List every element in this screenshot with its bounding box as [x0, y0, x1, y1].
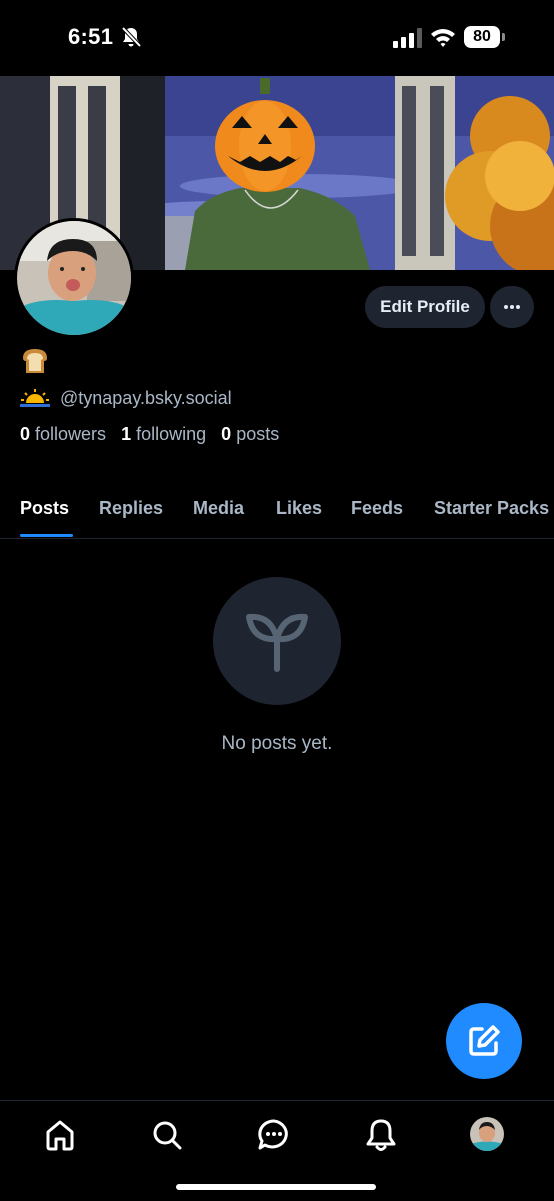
compose-icon — [469, 1025, 500, 1056]
empty-state-circle — [213, 577, 341, 705]
chat-icon[interactable] — [256, 1117, 292, 1153]
tab-replies[interactable]: Replies — [99, 498, 163, 519]
profile-avatar[interactable] — [14, 218, 134, 338]
edit-profile-button[interactable]: Edit Profile — [365, 286, 485, 328]
tab-likes[interactable]: Likes — [276, 498, 322, 519]
posts-count: 0 — [221, 424, 232, 444]
profile-avatar-tab[interactable] — [470, 1117, 504, 1151]
handle-row: @tynapay.bsky.social — [20, 386, 232, 410]
tab-feeds[interactable]: Feeds — [351, 498, 403, 519]
tab-posts[interactable]: Posts — [20, 498, 69, 519]
home-icon[interactable] — [42, 1117, 78, 1153]
empty-state-message: No posts yet. — [221, 733, 333, 754]
sunrise-emoji — [20, 389, 50, 407]
following-label: following — [136, 424, 207, 444]
tab-media[interactable]: Media — [193, 498, 244, 519]
bread-emoji — [23, 349, 47, 373]
home-indicator — [176, 1184, 376, 1190]
followers-label: followers — [35, 424, 107, 444]
battery-percent: 80 — [473, 28, 491, 45]
following-count: 1 — [121, 424, 132, 444]
seedling-icon — [246, 613, 308, 672]
followers-link[interactable]: 0 followers — [20, 424, 106, 444]
followers-count: 0 — [20, 424, 31, 444]
tab-starter-packs[interactable]: Starter Packs — [434, 498, 549, 519]
profile-tabs: Posts Replies Media Likes Feeds Starter … — [0, 494, 554, 539]
battery-icon: 80 — [464, 26, 506, 48]
profile-handle: @tynapay.bsky.social — [60, 387, 232, 408]
following-link[interactable]: 1 following — [121, 424, 206, 444]
cellular-signal-icon — [393, 28, 422, 48]
bell-slash-icon — [121, 26, 142, 48]
status-time: 6:51 — [68, 24, 114, 49]
profile-stats: 0 followers 1 following 0 posts — [20, 424, 279, 445]
status-bar: 6:51 80 — [0, 0, 554, 76]
compose-button[interactable] — [446, 1003, 522, 1079]
ellipsis-icon[interactable] — [490, 286, 534, 328]
posts-label: posts — [236, 424, 280, 444]
bottom-navigation — [0, 1100, 554, 1201]
bell-icon[interactable] — [363, 1117, 399, 1153]
active-tab-indicator — [20, 534, 73, 537]
wifi-icon — [431, 29, 455, 47]
posts-stat: 0 posts — [221, 424, 279, 444]
search-icon[interactable] — [149, 1117, 185, 1153]
